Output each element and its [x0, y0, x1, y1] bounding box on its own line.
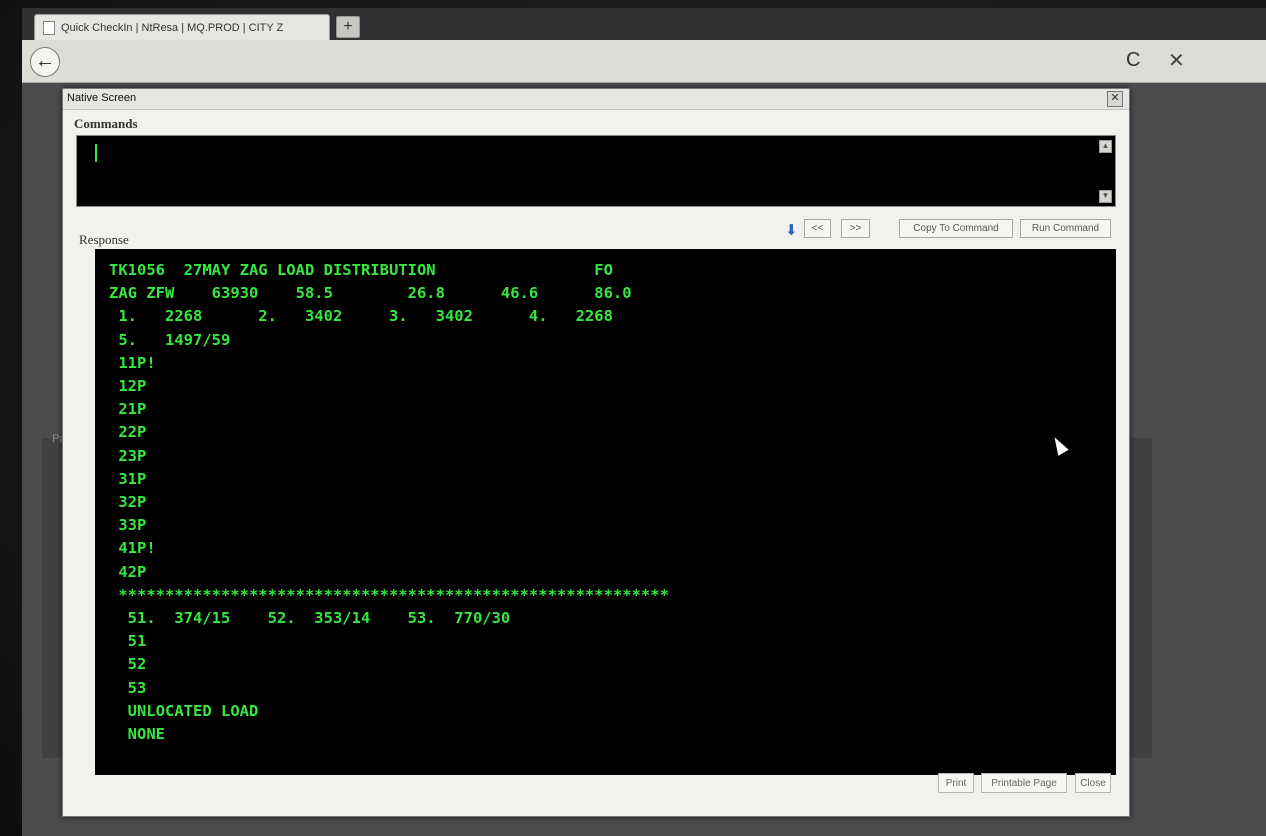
- scroll-down-icon[interactable]: ▼: [1099, 190, 1112, 203]
- response-label: Response: [79, 232, 129, 247]
- command-input[interactable]: ▲ ▼: [76, 135, 1116, 207]
- printable-page-button[interactable]: Printable Page: [981, 773, 1067, 793]
- response-line: 42P: [109, 562, 147, 581]
- response-line: NONE: [109, 725, 165, 744]
- response-line: UNLOCATED LOAD: [109, 701, 259, 720]
- browser-tab[interactable]: Quick CheckIn | NtResa | MQ.PROD | CITY …: [34, 14, 330, 40]
- native-screen-dialog: Native Screen ✕ Commands ▲ ▼ Response ⬇ …: [62, 88, 1130, 817]
- browser-toolbar: ← C ✕: [22, 40, 1266, 83]
- response-line: 21P: [109, 400, 147, 419]
- response-output: TK1056 27MAY ZAG LOAD DISTRIBUTION FO ZAG…: [95, 249, 1116, 775]
- previous-button[interactable]: <<: [804, 219, 831, 238]
- close-icon[interactable]: ✕: [1107, 91, 1123, 107]
- print-button[interactable]: Print: [938, 773, 974, 793]
- dialog-title-bar: Native Screen ✕: [63, 89, 1129, 110]
- response-line: 31P: [109, 469, 147, 488]
- tab-title: Quick CheckIn | NtResa | MQ.PROD | CITY …: [61, 21, 284, 34]
- page-icon: [43, 20, 55, 35]
- run-command-button[interactable]: Run Command: [1020, 219, 1111, 238]
- response-line: 52: [109, 655, 147, 674]
- reload-icon[interactable]: C: [1126, 49, 1140, 72]
- response-line: ZAG ZFW 63930 58.5 26.8 46.6 86.0: [109, 284, 632, 303]
- response-line: 22P: [109, 423, 147, 442]
- response-line: 41P!: [109, 539, 156, 558]
- response-line: 32P: [109, 493, 147, 512]
- response-line: 11P!: [109, 353, 156, 372]
- commands-label: Commands: [74, 116, 138, 131]
- download-arrow-icon[interactable]: ⬇: [785, 221, 798, 239]
- screen: Quick CheckIn | NtResa | MQ.PROD | CITY …: [22, 8, 1266, 836]
- stop-icon[interactable]: ✕: [1168, 48, 1185, 73]
- scroll-up-icon[interactable]: ▲: [1099, 140, 1112, 153]
- new-tab-button[interactable]: +: [336, 16, 360, 38]
- response-line: TK1056 27MAY ZAG LOAD DISTRIBUTION FO: [109, 261, 613, 279]
- next-button[interactable]: >>: [841, 219, 870, 238]
- response-line: 12P: [109, 377, 147, 396]
- response-line: 53: [109, 678, 147, 697]
- text-caret: [95, 144, 97, 162]
- response-line: 23P: [109, 446, 147, 465]
- response-line: 1. 2268 2. 3402 3. 3402 4. 2268: [109, 307, 613, 326]
- response-line: 51. 374/15 52. 353/14 53. 770/30: [109, 609, 511, 628]
- back-arrow-icon[interactable]: ←: [30, 47, 60, 77]
- tab-bar: Quick CheckIn | NtResa | MQ.PROD | CITY …: [22, 8, 1266, 40]
- response-line: 5. 1497/59: [109, 330, 231, 349]
- copy-to-command-button[interactable]: Copy To Command: [899, 219, 1013, 238]
- response-line: ****************************************…: [109, 585, 669, 604]
- response-line: 33P: [109, 516, 147, 535]
- response-line: 51: [109, 632, 147, 651]
- response-text: TK1056 27MAY ZAG LOAD DISTRIBUTION FO ZAG…: [109, 259, 669, 746]
- dialog-title: Native Screen: [67, 92, 137, 104]
- close-button[interactable]: Close: [1075, 773, 1111, 793]
